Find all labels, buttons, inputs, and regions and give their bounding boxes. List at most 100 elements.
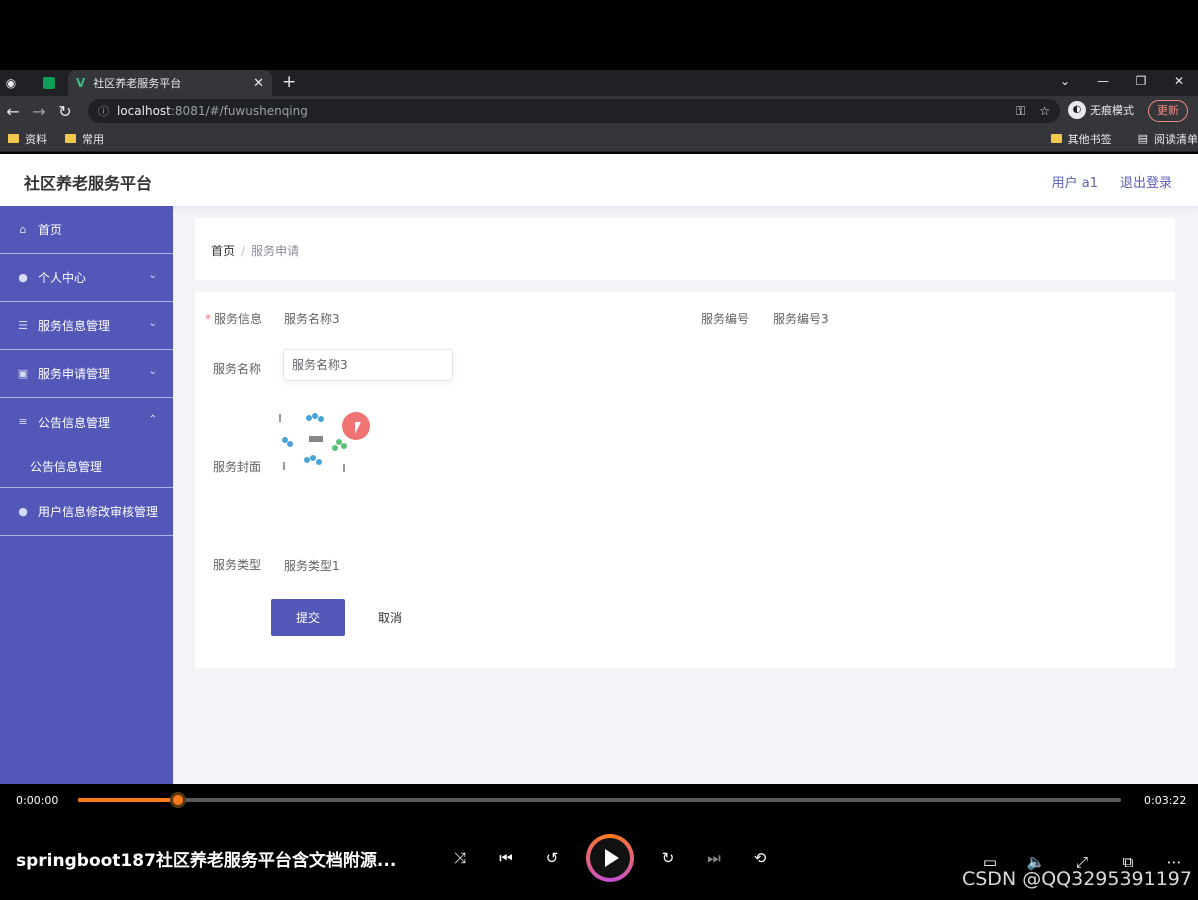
breadcrumb-current: 服务申请 bbox=[251, 244, 300, 258]
repeat-off-icon[interactable]: ⟲ bbox=[748, 846, 772, 870]
sidebar-item-label: 个人中心 bbox=[38, 271, 87, 285]
sidebar-item-label: 服务信息管理 bbox=[38, 319, 111, 333]
globe-icon[interactable]: ◉ bbox=[0, 72, 22, 94]
label-text: 服务信息 bbox=[214, 312, 263, 326]
app-viewport: 社区养老服务平台 用户 a1 退出登录 ⌂ 首页 ● 个人中心 ⌄ ☰ 服务信息… bbox=[0, 154, 1198, 784]
play-button-inner bbox=[590, 838, 630, 878]
service-name-input[interactable]: 服务名称3 bbox=[283, 349, 453, 381]
watermark: CSDN @QQ3295391197 bbox=[961, 868, 1192, 890]
total-time: 0:03:22 bbox=[1144, 794, 1187, 807]
sidebar-item-home[interactable]: ⌂ 首页 bbox=[0, 206, 173, 254]
forward-icon[interactable]: → bbox=[26, 102, 52, 121]
submit-button[interactable]: 提交 bbox=[271, 599, 345, 636]
chevron-up-icon: ⌃ bbox=[148, 414, 157, 425]
progress-knob[interactable] bbox=[170, 792, 187, 808]
other-bookmarks[interactable]: 其他书签 bbox=[1050, 131, 1112, 147]
folder-icon bbox=[8, 134, 19, 143]
sidebar-item-label: 首页 bbox=[38, 223, 63, 237]
app-favicon-icon[interactable] bbox=[38, 72, 60, 94]
play-button[interactable] bbox=[586, 834, 634, 882]
reload-icon[interactable]: ↻ bbox=[52, 102, 78, 121]
top-navbar: 社区养老服务平台 用户 a1 退出登录 bbox=[0, 154, 1198, 206]
breadcrumb-home[interactable]: 首页 bbox=[211, 244, 235, 258]
restore-icon[interactable]: ❐ bbox=[1122, 70, 1160, 96]
bookmark-label: 阅读清单 bbox=[1154, 132, 1198, 146]
close-window-icon[interactable]: ✕ bbox=[1160, 70, 1198, 96]
playback-controls: ⤨ ⏮ ↺ ↻ ⏭ ⟲ bbox=[448, 834, 772, 882]
sidebar-item-user-review[interactable]: ● 用户信息修改审核管理 bbox=[0, 488, 173, 536]
sidebar: ⌂ 首页 ● 个人中心 ⌄ ☰ 服务信息管理 ⌄ ▣ 服务申请管理 ⌄ ≡ 公告… bbox=[0, 206, 173, 784]
play-icon bbox=[605, 849, 619, 867]
vue-logo-icon: V bbox=[76, 76, 86, 90]
sidebar-subitem-label: 公告信息管理 bbox=[30, 460, 103, 474]
service-name-label: 服务名称 bbox=[213, 362, 262, 376]
service-no-value: 服务编号3 bbox=[773, 312, 829, 326]
next-icon[interactable]: ⏭ bbox=[702, 846, 726, 870]
new-tab-icon[interactable]: + bbox=[282, 72, 296, 92]
breadcrumb-card: 首页 / 服务申请 bbox=[195, 218, 1175, 280]
service-cover-image[interactable] bbox=[273, 404, 355, 478]
type-select[interactable]: 服务类型1 bbox=[284, 557, 340, 574]
star-icon[interactable]: ☆ bbox=[1039, 104, 1050, 119]
reading-list-icon: ▤ bbox=[1137, 132, 1148, 145]
folder-icon bbox=[1050, 134, 1062, 143]
required-marker: * bbox=[205, 312, 211, 326]
minimize-icon[interactable]: — bbox=[1084, 70, 1122, 96]
home-icon: ⌂ bbox=[19, 222, 27, 236]
chevron-down-icon: ⌄ bbox=[148, 270, 157, 281]
cover-label: 服务封面 bbox=[213, 460, 262, 474]
previous-icon[interactable]: ⏮ bbox=[494, 846, 518, 870]
progress-fill bbox=[78, 798, 179, 802]
sidebar-item-label: 公告信息管理 bbox=[38, 415, 111, 430]
video-player: 0:00:00 0:03:22 springboot187社区养老服务平台含文档… bbox=[0, 784, 1198, 900]
list-icon: ☰ bbox=[18, 318, 28, 332]
site-info-icon[interactable]: ⓘ bbox=[98, 103, 109, 119]
address-bar[interactable]: ⓘ localhost :8081/#/fuwushenqing ⚿ ☆ bbox=[88, 99, 1060, 123]
back-icon[interactable]: ← bbox=[0, 102, 26, 121]
rewind-10-icon[interactable]: ↺ bbox=[540, 846, 564, 870]
sidebar-item-label: 用户信息修改审核管理 bbox=[38, 505, 159, 519]
breadcrumb-separator: / bbox=[241, 244, 246, 258]
tab-search-icon[interactable]: ⌄ bbox=[1046, 70, 1084, 96]
sidebar-item-label: 服务申请管理 bbox=[38, 367, 111, 381]
screen: ◉ V 社区养老服务平台 ✕ + ⌄ — ❐ ✕ ← → ↻ ⓘ localho… bbox=[0, 0, 1198, 900]
folder-icon bbox=[65, 134, 76, 143]
user-icon: ● bbox=[18, 504, 28, 518]
service-apply-form: *服务信息 服务名称3 服务编号 服务编号3 服务名称 服务名称3 服务封面 bbox=[195, 292, 1175, 668]
close-tab-icon[interactable]: ✕ bbox=[253, 76, 264, 91]
key-icon[interactable]: ⚿ bbox=[1016, 104, 1025, 119]
logout-link[interactable]: 退出登录 bbox=[1120, 172, 1172, 191]
service-no-label: 服务编号 bbox=[701, 312, 750, 326]
main-content: 首页 / 服务申请 * 服务信息 服务名称3 服务编号 服务编号3 服务名称 服务名称… bbox=[173, 206, 1198, 784]
browser-tabbar: ◉ V 社区养老服务平台 ✕ + ⌄ — ❐ ✕ bbox=[0, 70, 1198, 96]
active-tab[interactable]: V 社区养老服务平台 ✕ bbox=[68, 70, 272, 96]
reading-list[interactable]: ▤ 阅读清单 bbox=[1138, 131, 1198, 147]
bookmark-label: 常用 bbox=[82, 132, 104, 146]
bookmark-label: 资料 bbox=[25, 132, 47, 146]
type-label: 服务类型 bbox=[213, 558, 262, 572]
sidebar-item-service-info[interactable]: ☰ 服务信息管理 ⌄ bbox=[0, 302, 173, 350]
window-controls: ⌄ — ❐ ✕ bbox=[1046, 70, 1198, 96]
service-info-label: * 服务信息 bbox=[205, 310, 262, 327]
sidebar-item-service-apply[interactable]: ▣ 服务申请管理 ⌄ bbox=[0, 350, 173, 398]
chevron-down-icon: ⌄ bbox=[148, 318, 157, 329]
video-title: springboot187社区养老服务平台含文档附源... bbox=[16, 851, 397, 871]
bookmark-folder[interactable]: 常用 bbox=[65, 131, 104, 147]
incognito-indicator[interactable]: ◐ 无痕模式 bbox=[1068, 101, 1134, 119]
progress-bar[interactable] bbox=[78, 792, 1121, 808]
sidebar-item-notice[interactable]: ≡ 公告信息管理 ⌃ bbox=[0, 398, 173, 446]
sidebar-subitem-notice[interactable]: 公告信息管理 bbox=[0, 446, 173, 488]
service-info-select[interactable]: 服务名称3 bbox=[284, 310, 340, 327]
cancel-button[interactable]: 取消 bbox=[365, 599, 415, 636]
incognito-label: 无痕模式 bbox=[1090, 104, 1134, 117]
sidebar-item-personal[interactable]: ● 个人中心 ⌄ bbox=[0, 254, 173, 302]
current-time: 0:00:00 bbox=[16, 794, 59, 807]
bookmarks-bar: 资料 常用 其他书签 ▤ 阅读清单 bbox=[0, 126, 1198, 152]
breadcrumb: 首页 / 服务申请 bbox=[211, 242, 299, 259]
mouse-cursor-icon bbox=[355, 422, 367, 434]
shuffle-icon[interactable]: ⤨ bbox=[448, 846, 472, 870]
user-label[interactable]: 用户 a1 bbox=[1052, 172, 1098, 191]
update-button[interactable]: 更新 bbox=[1148, 100, 1188, 122]
forward-30-icon[interactable]: ↻ bbox=[656, 846, 680, 870]
bookmark-folder[interactable]: 资料 bbox=[8, 131, 47, 147]
